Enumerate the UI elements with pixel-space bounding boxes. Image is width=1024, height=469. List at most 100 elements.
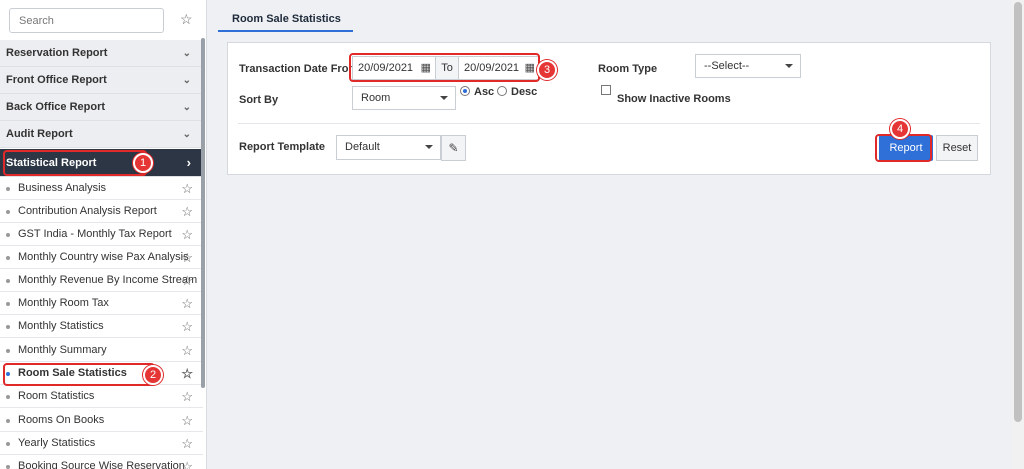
chevron-down-icon: ⌄	[182, 129, 191, 140]
transaction-date-label: Transaction Date From	[239, 63, 359, 75]
category-reservation-report[interactable]: Reservation Report ⌄	[0, 40, 203, 67]
sidebar-item-label: GST India - Monthly Tax Report	[18, 228, 172, 240]
sidebar-item-booking-source[interactable]: Booking Source Wise Reservation ☆	[0, 455, 203, 469]
sidebar-scrollbar[interactable]	[201, 38, 205, 388]
annotation-highlight-3	[349, 53, 540, 82]
bullet-icon	[6, 302, 10, 306]
annotation-highlight-2	[3, 363, 155, 386]
bullet-icon	[6, 349, 10, 353]
room-type-label: Room Type	[598, 63, 658, 75]
sidebar-item-yearly-statistics[interactable]: Yearly Statistics ☆	[0, 432, 203, 455]
sidebar-item-label: Room Statistics	[18, 390, 95, 402]
annotation-badge-2: 2	[143, 365, 163, 385]
star-icon[interactable]: ☆	[181, 223, 193, 246]
sidebar-item-contribution-analysis[interactable]: Contribution Analysis Report ☆	[0, 200, 203, 223]
star-icon[interactable]: ☆	[181, 455, 193, 469]
category-label: Back Office Report	[6, 101, 106, 113]
chevron-right-icon: ›	[186, 155, 191, 170]
bullet-icon	[6, 325, 10, 329]
sidebar-item-label: Contribution Analysis Report	[18, 205, 157, 217]
sidebar-item-label: Rooms On Books	[18, 414, 105, 426]
star-icon[interactable]: ☆	[181, 315, 193, 338]
sidebar-item-monthly-country-pax[interactable]: Monthly Country wise Pax Analysis ☆	[0, 246, 203, 269]
sidebar-item-monthly-room-tax[interactable]: Monthly Room Tax ☆	[0, 292, 203, 315]
star-icon[interactable]: ☆	[181, 177, 193, 200]
asc-radio[interactable]	[460, 86, 470, 96]
sidebar-item-gst-india[interactable]: GST India - Monthly Tax Report ☆	[0, 223, 203, 246]
dropdown-caret-icon	[425, 145, 433, 149]
sidebar-item-room-statistics[interactable]: Room Statistics ☆	[0, 385, 203, 408]
room-type-value: --Select--	[704, 60, 750, 72]
dropdown-caret-icon	[785, 64, 793, 68]
favorites-star-icon[interactable]: ☆	[180, 11, 193, 27]
tab-label: Room Sale Statistics	[232, 13, 341, 25]
asc-label: Asc	[474, 86, 495, 98]
category-label: Audit Report	[6, 128, 73, 140]
annotation-badge-1: 1	[133, 153, 153, 173]
category-back-office-report[interactable]: Back Office Report ⌄	[0, 94, 203, 121]
dropdown-caret-icon	[440, 96, 448, 100]
sidebar-item-label: Business Analysis	[18, 182, 107, 194]
bullet-icon	[6, 465, 10, 469]
bullet-icon	[6, 279, 10, 283]
page-scrollbar[interactable]	[1012, 0, 1024, 469]
category-label: Reservation Report	[6, 47, 108, 59]
room-type-select[interactable]: --Select--	[695, 54, 801, 78]
star-icon[interactable]: ☆	[181, 200, 193, 223]
sidebar-item-rooms-on-books[interactable]: Rooms On Books ☆	[0, 409, 203, 432]
chevron-down-icon: ⌄	[182, 102, 191, 113]
sidebar-item-business-analysis[interactable]: Business Analysis ☆	[0, 177, 203, 200]
bullet-icon	[6, 395, 10, 399]
sidebar-item-label: Yearly Statistics	[18, 437, 96, 449]
annotation-badge-4: 4	[890, 119, 910, 139]
sidebar-item-label: Monthly Revenue By Income Stream	[18, 274, 198, 286]
sidebar-item-label: Monthly Room Tax	[18, 297, 109, 309]
star-icon[interactable]: ☆	[181, 269, 193, 292]
bullet-icon	[6, 233, 10, 237]
sort-by-select[interactable]: Room	[352, 86, 456, 110]
star-icon[interactable]: ☆	[181, 339, 193, 362]
star-icon[interactable]: ☆	[181, 362, 193, 385]
edit-template-button[interactable]: ✎	[441, 135, 466, 161]
sidebar-item-label: Booking Source Wise Reservation	[18, 460, 185, 469]
bullet-icon	[6, 187, 10, 191]
reset-button[interactable]: Reset	[936, 135, 978, 161]
scrollbar-thumb[interactable]	[1014, 2, 1022, 422]
category-audit-report[interactable]: Audit Report ⌄	[0, 121, 203, 148]
chevron-down-icon: ⌄	[182, 48, 191, 59]
edit-icon: ✎	[448, 141, 459, 155]
annotation-highlight-1	[3, 150, 147, 176]
sidebar-item-monthly-summary[interactable]: Monthly Summary ☆	[0, 339, 203, 362]
report-template-value: Default	[345, 141, 380, 153]
divider	[238, 123, 980, 124]
star-icon[interactable]: ☆	[181, 292, 193, 315]
bullet-icon	[6, 442, 10, 446]
sidebar-item-label: Monthly Statistics	[18, 320, 104, 332]
star-icon[interactable]: ☆	[181, 385, 193, 408]
sidebar-item-label: Monthly Country wise Pax Analysis	[18, 251, 189, 263]
chevron-down-icon: ⌄	[182, 75, 191, 86]
sidebar-item-monthly-revenue[interactable]: Monthly Revenue By Income Stream ☆	[0, 269, 203, 292]
tab-room-sale-statistics[interactable]: Room Sale Statistics	[218, 6, 353, 32]
desc-label: Desc	[511, 86, 538, 98]
bullet-icon	[6, 256, 10, 260]
category-label: Front Office Report	[6, 74, 107, 86]
desc-radio[interactable]	[497, 86, 507, 96]
search-input[interactable]	[10, 9, 163, 32]
sidebar-item-monthly-statistics[interactable]: Monthly Statistics ☆	[0, 315, 203, 338]
sort-by-value: Room	[361, 92, 391, 104]
sort-by-label: Sort By	[239, 94, 279, 106]
bullet-icon	[6, 419, 10, 423]
show-inactive-checkbox[interactable]	[601, 85, 611, 95]
search-box	[9, 8, 164, 33]
category-front-office-report[interactable]: Front Office Report ⌄	[0, 67, 203, 94]
star-icon[interactable]: ☆	[181, 246, 193, 269]
report-template-select[interactable]: Default	[336, 135, 441, 160]
report-template-label: Report Template	[239, 141, 325, 153]
sidebar: ☆ Reservation Report ⌄ Front Office Repo…	[0, 0, 207, 469]
show-inactive-label: Show Inactive Rooms	[617, 93, 731, 105]
sidebar-item-label: Monthly Summary	[18, 344, 107, 356]
star-icon[interactable]: ☆	[181, 432, 193, 455]
star-icon[interactable]: ☆	[181, 409, 193, 432]
annotation-badge-3: 3	[537, 60, 557, 80]
